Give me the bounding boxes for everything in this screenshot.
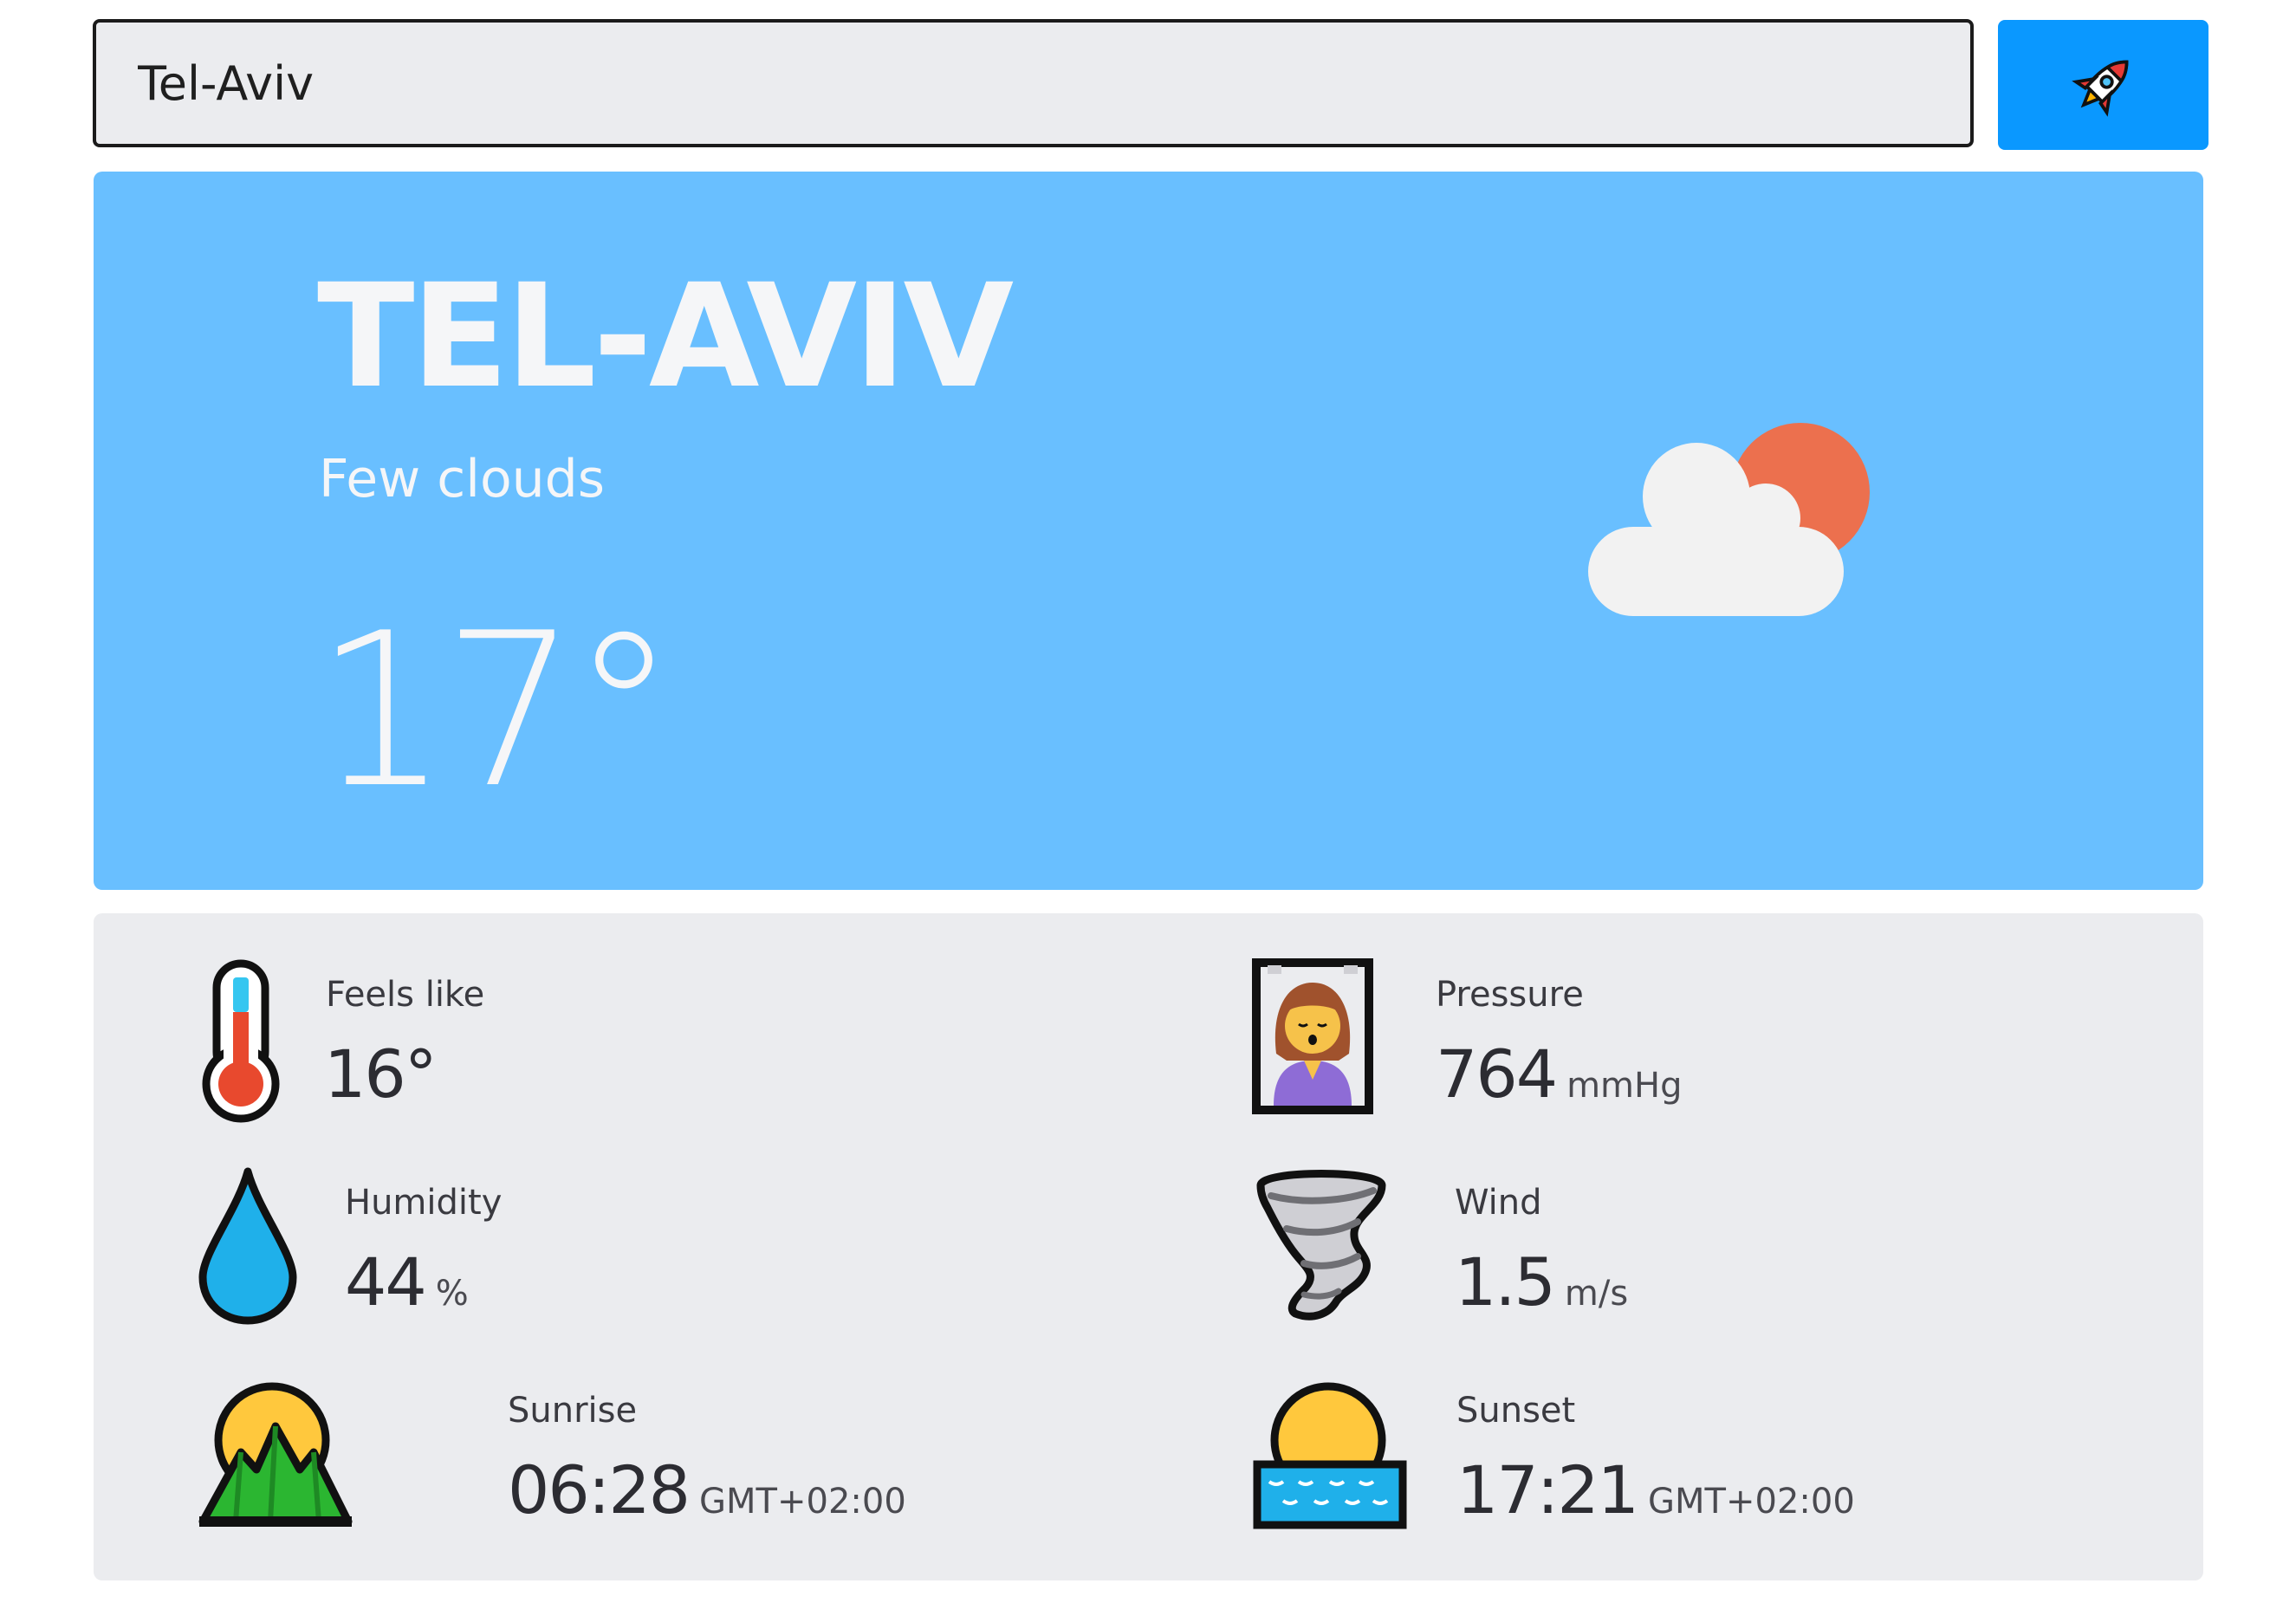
rocket-icon	[2071, 60, 2128, 117]
tornado-icon	[1256, 1170, 1386, 1321]
sunset-detail: Sunset 17:21 GMT+02:00	[1252, 1374, 2032, 1539]
feels-like-label: Feels like	[326, 975, 485, 1015]
humidity-value: 44%	[345, 1243, 469, 1321]
sunrise-value: 06:28 GMT+02:00	[508, 1451, 906, 1528]
humidity-label: Humidity	[345, 1183, 503, 1223]
sunrise-label: Sunrise	[508, 1391, 638, 1431]
pressure-detail: Pressure 764 mmHg	[1252, 958, 1858, 1123]
city-search-input[interactable]	[93, 19, 1974, 147]
person-in-steam-room-icon	[1252, 958, 1373, 1114]
wind-value: 1.5 m/s	[1455, 1243, 1629, 1321]
pressure-unit: mmHg	[1566, 1066, 1683, 1106]
cloud-sun-icon	[1588, 423, 1870, 616]
current-temperature: 17°	[315, 587, 677, 834]
wind-label: Wind	[1455, 1183, 1542, 1223]
sunrise-timezone: GMT+02:00	[699, 1482, 906, 1522]
weather-description: Few clouds	[319, 449, 606, 509]
wind-detail: Wind 1.5 m/s	[1252, 1166, 1858, 1331]
sunrise-over-mountains-icon	[198, 1382, 353, 1527]
humidity-unit: %	[435, 1274, 469, 1314]
humidity-detail: Humidity 44%	[198, 1166, 631, 1331]
wind-unit: m/s	[1564, 1274, 1629, 1314]
feels-like-detail: Feels like 16°	[198, 958, 631, 1123]
feels-like-value: 16°	[324, 1035, 438, 1113]
sunset-over-water-icon	[1253, 1382, 1407, 1529]
pressure-value: 764 mmHg	[1436, 1035, 1683, 1113]
search-button[interactable]	[1998, 20, 2208, 150]
sunset-value: 17:21 GMT+02:00	[1456, 1451, 1855, 1528]
sunset-label: Sunset	[1456, 1391, 1576, 1431]
droplet-icon	[198, 1167, 297, 1325]
current-weather-card: TEL-AVIV Few clouds 17°	[94, 172, 2203, 890]
sunset-timezone: GMT+02:00	[1648, 1482, 1855, 1522]
thermometer-icon	[202, 959, 280, 1123]
city-name: TEL-AVIV	[317, 253, 1014, 419]
search-bar	[93, 19, 2208, 152]
sunrise-detail: Sunrise 06:28 GMT+02:00	[198, 1374, 977, 1539]
weather-details-card: Feels like 16° Pressure 764 mmHg Humidity…	[94, 913, 2203, 1580]
pressure-label: Pressure	[1436, 975, 1584, 1015]
